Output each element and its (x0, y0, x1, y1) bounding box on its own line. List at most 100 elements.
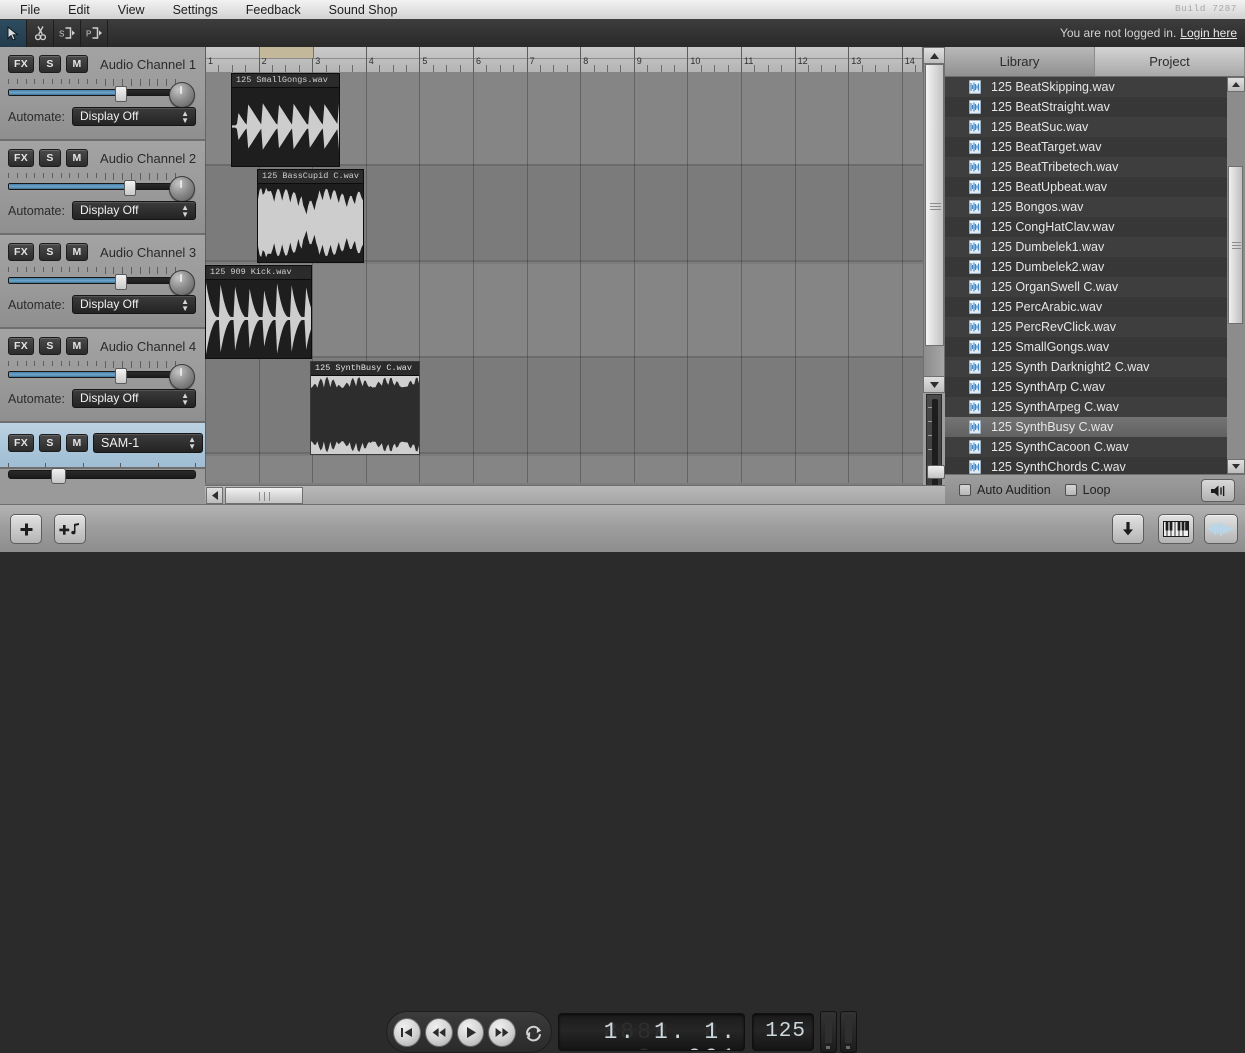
library-file-item[interactable]: 125 SmallGongs.wav (945, 337, 1227, 357)
horizontal-scroll-thumb[interactable] (225, 487, 303, 504)
instrument-fx-button[interactable]: FX (8, 434, 35, 452)
automate-dropdown[interactable]: Display Off ▲ ▼ (71, 295, 196, 314)
add-instrument-track-button[interactable] (54, 514, 86, 544)
zoom-slider-knob[interactable] (927, 465, 945, 479)
track-fx-button[interactable]: FX (8, 149, 35, 167)
volume-slider-knob[interactable] (115, 368, 128, 384)
automate-dropdown[interactable]: Display Off ▲ ▼ (71, 389, 196, 408)
library-file-item[interactable]: 125 BeatTarget.wav (945, 137, 1227, 157)
library-file-item[interactable]: 125 SynthArp C.wav (945, 377, 1227, 397)
position-display[interactable]: 8888. 8. 8. 888 1. 1. 1. 001 (558, 1013, 745, 1051)
fast-forward-button[interactable] (488, 1017, 517, 1047)
instrument-track-header[interactable]: FX S M SAM-1 ▲ ▼ (0, 423, 205, 484)
split-s-tool[interactable]: S (54, 19, 81, 47)
audio-clip[interactable]: 125 909 Kick.wav (205, 265, 312, 359)
rewind-button[interactable] (424, 1017, 453, 1047)
track-header[interactable]: FX S M Audio Channel 2 Automate: Display Off ▲… (0, 141, 205, 235)
library-scroll-thumb[interactable] (1228, 166, 1243, 324)
track-volume-slider[interactable] (8, 180, 176, 196)
library-file-item[interactable]: 125 Synth Darknight2 C.wav (945, 357, 1227, 377)
library-scroll-up-arrow[interactable] (1227, 77, 1245, 92)
track-mute-button[interactable]: M (66, 337, 89, 355)
library-file-item[interactable]: 125 CongHatClav.wav (945, 217, 1227, 237)
download-button[interactable] (1112, 514, 1144, 544)
scissors-tool[interactable] (27, 19, 54, 47)
audition-speaker-button[interactable] (1201, 479, 1235, 502)
instrument-solo-button[interactable]: S (39, 434, 62, 452)
loop-toggle-button[interactable] (520, 1019, 547, 1046)
login-link[interactable]: Login here (1180, 26, 1237, 40)
track-fx-button[interactable]: FX (8, 55, 35, 73)
track-volume-slider[interactable] (8, 86, 176, 102)
play-button[interactable] (456, 1017, 485, 1047)
library-file-item[interactable]: 125 SynthBusy C.wav (945, 417, 1227, 437)
vertical-scroll-thumb[interactable] (925, 64, 944, 346)
library-file-item[interactable]: 125 BeatSuc.wav (945, 117, 1227, 137)
track-solo-button[interactable]: S (39, 337, 62, 355)
loop-region[interactable] (258, 47, 315, 58)
automate-dropdown[interactable]: Display Off ▲ ▼ (71, 201, 196, 220)
scroll-down-arrow[interactable] (923, 376, 945, 393)
track-pan-knob[interactable] (169, 176, 195, 202)
vertical-scroll-trough[interactable] (923, 64, 945, 376)
audio-clip[interactable]: 125 SmallGongs.wav (231, 73, 340, 167)
track-volume-slider[interactable] (8, 274, 176, 290)
audio-clip[interactable]: 125 SynthBusy C.wav (310, 361, 420, 455)
library-file-list[interactable]: 125 BeatSkipping.wav 125 BeatStraight.wav… (945, 77, 1227, 474)
volume-slider-knob[interactable] (115, 86, 128, 102)
sample-editor-button[interactable] (1204, 514, 1238, 544)
add-audio-track-button[interactable] (10, 514, 42, 544)
tab-library[interactable]: Library (945, 47, 1095, 77)
paste-p-tool[interactable]: P (81, 19, 108, 47)
library-scroll-trough[interactable] (1227, 92, 1245, 459)
pointer-tool[interactable] (0, 19, 27, 47)
library-file-item[interactable]: 125 SynthArpeg C.wav (945, 397, 1227, 417)
track-fx-button[interactable]: FX (8, 337, 35, 355)
track-pan-knob[interactable] (169, 364, 195, 390)
library-file-item[interactable]: 125 Dumbelek2.wav (945, 257, 1227, 277)
menu-item-feedback[interactable]: Feedback (232, 1, 315, 19)
piano-keyboard-button[interactable] (1158, 514, 1194, 544)
library-scroll-down-arrow[interactable] (1227, 459, 1245, 474)
track-solo-button[interactable]: S (39, 149, 62, 167)
library-file-item[interactable]: 125 BeatStraight.wav (945, 97, 1227, 117)
clip-grid[interactable]: 125 SmallGongs.wav 125 BassCupid C.wav 125… (205, 72, 923, 483)
tab-project[interactable]: Project (1095, 47, 1245, 77)
loop-box[interactable] (1064, 484, 1077, 496)
library-file-item[interactable]: 125 PercRevClick.wav (945, 317, 1227, 337)
auto-audition-box[interactable] (959, 484, 971, 496)
library-file-item[interactable]: 125 BeatTribetech.wav (945, 157, 1227, 177)
timeline-ruler[interactable]: 1 2 3 4 5 6 7 8 9 10 11 12 13 14 (205, 47, 923, 73)
menu-item-view[interactable]: View (104, 1, 159, 19)
track-solo-button[interactable]: S (39, 243, 62, 261)
menu-item-edit[interactable]: Edit (54, 1, 104, 19)
library-file-item[interactable]: 125 SynthCacoon C.wav (945, 437, 1227, 457)
scroll-up-arrow[interactable] (923, 47, 945, 64)
tempo-display[interactable]: 125 (752, 1013, 814, 1051)
track-mute-button[interactable]: M (66, 243, 89, 261)
track-fx-button[interactable]: FX (8, 243, 35, 261)
volume-slider-knob[interactable] (115, 274, 128, 290)
instrument-mute-button[interactable]: M (66, 434, 89, 452)
track-solo-button[interactable]: S (39, 55, 62, 73)
automate-dropdown[interactable]: Display Off ▲ ▼ (71, 107, 196, 126)
track-pan-knob[interactable] (169, 270, 195, 296)
library-scrollbar[interactable] (1227, 77, 1245, 474)
track-header[interactable]: FX S M Audio Channel 1 Automate: Display Off ▲… (0, 47, 205, 141)
library-file-item[interactable]: 125 BeatSkipping.wav (945, 77, 1227, 97)
track-header[interactable]: FX S M Audio Channel 4 Automate: Display Off ▲… (0, 329, 205, 423)
instrument-volume-knob[interactable] (51, 468, 66, 484)
menu-item-sound-shop[interactable]: Sound Shop (315, 1, 412, 19)
auto-audition-checkbox[interactable]: Auto Audition (959, 483, 1051, 497)
volume-slider-knob[interactable] (123, 180, 136, 196)
vertical-scrollbar[interactable] (923, 47, 945, 504)
loop-checkbox[interactable]: Loop (1064, 483, 1110, 497)
instrument-volume-slider[interactable] (8, 468, 196, 484)
track-mute-button[interactable]: M (66, 55, 89, 73)
audio-clip[interactable]: 125 BassCupid C.wav (257, 169, 364, 263)
library-file-item[interactable]: 125 Bongos.wav (945, 197, 1227, 217)
horizontal-scrollbar[interactable] (205, 485, 945, 505)
track-mute-button[interactable]: M (66, 149, 89, 167)
library-file-item[interactable]: 125 BeatUpbeat.wav (945, 177, 1227, 197)
menu-item-file[interactable]: File (0, 1, 54, 19)
